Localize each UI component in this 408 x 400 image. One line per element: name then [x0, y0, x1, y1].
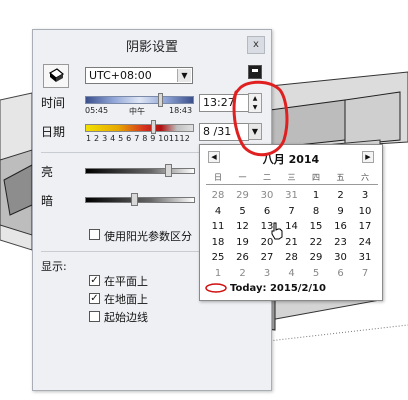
- date-dropdown-button[interactable]: ▼: [248, 123, 262, 140]
- sun-shading-label: 使用阳光参数区分: [104, 230, 192, 243]
- weekday: 四: [312, 173, 320, 182]
- chevron-right-icon: ▶: [365, 153, 371, 161]
- calendar-day[interactable]: 1: [304, 189, 328, 203]
- time-input[interactable]: 13:27: [199, 94, 249, 112]
- chevron-down-icon: ▼: [177, 69, 191, 82]
- calendar-day[interactable]: 2: [231, 267, 255, 281]
- display-edges-checkbox[interactable]: [89, 311, 100, 322]
- calendar-day[interactable]: 11: [206, 220, 230, 234]
- weekday: 二: [263, 173, 271, 182]
- calendar-day[interactable]: 29: [231, 189, 255, 203]
- time-spinner[interactable]: ▲ ▼: [248, 93, 262, 113]
- weekday: 三: [287, 173, 296, 182]
- close-button[interactable]: x: [247, 36, 265, 54]
- calendar-day[interactable]: 31: [280, 189, 304, 203]
- calendar-day[interactable]: 12: [231, 220, 255, 234]
- date-slider[interactable]: [85, 124, 194, 132]
- calendar-day[interactable]: 23: [329, 236, 353, 250]
- calendar-day[interactable]: 31: [353, 251, 377, 265]
- calendar-day[interactable]: 1: [206, 267, 230, 281]
- date-slider-thumb[interactable]: [151, 120, 156, 134]
- display-edges-label: 起始边线: [104, 311, 148, 324]
- spin-up-icon[interactable]: ▲: [249, 94, 261, 103]
- light-slider-thumb[interactable]: [165, 164, 172, 177]
- calendar-day[interactable]: 6: [329, 267, 353, 281]
- calendar-day[interactable]: 27: [255, 251, 279, 265]
- date-input[interactable]: 8 /31: [199, 123, 249, 141]
- dark-label: 暗: [41, 194, 54, 208]
- calendar-day[interactable]: 29: [304, 251, 328, 265]
- timezone-value: UTC+08:00: [89, 69, 152, 82]
- calendar-month-title: 八月 2014: [262, 153, 320, 166]
- calendar-day[interactable]: 22: [304, 236, 328, 250]
- calendar-day[interactable]: 5: [231, 205, 255, 219]
- details-toggle-button[interactable]: [248, 65, 262, 79]
- today-circle-icon: [205, 283, 227, 293]
- calendar-day[interactable]: 30: [255, 189, 279, 203]
- calendar-day[interactable]: 8: [304, 205, 328, 219]
- month-ticks: 1 2 3 4 5 6 7 8 9 101112: [86, 134, 191, 143]
- time-start-label: 05:45: [85, 106, 109, 115]
- calendar-day[interactable]: 6: [255, 205, 279, 219]
- calendar-day[interactable]: 2: [329, 189, 353, 203]
- calendar-day[interactable]: 16: [329, 220, 353, 234]
- calendar-day[interactable]: 25: [206, 251, 230, 265]
- weekday: 日: [214, 173, 222, 182]
- calendar-popup: ◀ 八月 2014 ▶ 日 一 二 三 四 五 六 28 29 30 31 1 2 3 4 5 6…: [199, 144, 383, 301]
- calendar-day[interactable]: 26: [231, 251, 255, 265]
- today-link[interactable]: Today: 2015/2/10: [202, 281, 378, 297]
- today-label: Today: 2015/2/10: [230, 283, 326, 294]
- timezone-select[interactable]: UTC+08:00 ▼: [85, 67, 193, 84]
- time-slider-thumb[interactable]: [158, 93, 163, 107]
- calendar-day[interactable]: 28: [206, 189, 230, 203]
- time-slider[interactable]: [85, 96, 194, 104]
- calendar-day[interactable]: 3: [353, 189, 377, 203]
- weekday-header: 日 一 二 三 四 五 六: [206, 172, 378, 185]
- calendar-day[interactable]: 5: [304, 267, 328, 281]
- display-on-ground-checkbox[interactable]: ✓: [89, 293, 100, 304]
- display-label: 显示:: [41, 260, 67, 273]
- time-noon-label: 中午: [129, 107, 145, 116]
- calendar-day[interactable]: 15: [304, 220, 328, 234]
- dialog-title: 阴影设置: [125, 40, 178, 55]
- calendar-day[interactable]: 30: [329, 251, 353, 265]
- calendar-day[interactable]: 7: [353, 267, 377, 281]
- dark-slider[interactable]: [85, 197, 195, 203]
- time-end-label: 18:43: [169, 106, 193, 115]
- display-on-ground-label: 在地面上: [104, 293, 148, 306]
- chevron-down-icon: ▼: [251, 127, 259, 136]
- dark-slider-thumb[interactable]: [131, 193, 138, 206]
- date-label: 日期: [41, 125, 66, 139]
- time-label: 时间: [41, 96, 66, 110]
- sun-shading-checkbox[interactable]: [89, 229, 100, 240]
- calendar-header: ◀ 八月 2014 ▶: [200, 145, 382, 169]
- display-on-faces-checkbox[interactable]: ✓: [89, 275, 100, 286]
- calendar-day[interactable]: 10: [353, 205, 377, 219]
- light-label: 亮: [41, 165, 54, 179]
- calendar-day[interactable]: 4: [280, 267, 304, 281]
- calendar-day[interactable]: 19: [231, 236, 255, 250]
- toggle-shadows-button[interactable]: [43, 64, 69, 88]
- calendar-day[interactable]: 4: [206, 205, 230, 219]
- calendar-day[interactable]: 9: [329, 205, 353, 219]
- calendar-day[interactable]: 3: [255, 267, 279, 281]
- calendar-day[interactable]: 28: [280, 251, 304, 265]
- display-on-faces-label: 在平面上: [104, 275, 148, 288]
- weekday: 五: [336, 173, 345, 182]
- calendar-day[interactable]: 24: [353, 236, 377, 250]
- spin-down-icon[interactable]: ▼: [249, 103, 261, 112]
- calendar-day[interactable]: 17: [353, 220, 377, 234]
- light-slider[interactable]: [85, 168, 195, 174]
- calendar-day[interactable]: 7: [280, 205, 304, 219]
- next-month-button[interactable]: ▶: [362, 151, 374, 163]
- calendar-day[interactable]: 18: [206, 236, 230, 250]
- dialog-titlebar[interactable]: 阴影设置 x: [33, 30, 271, 58]
- weekday: 一: [238, 173, 247, 182]
- shadow-toggle-icon: [48, 68, 65, 82]
- hand-cursor-icon: [271, 222, 283, 240]
- weekday: 六: [361, 173, 369, 182]
